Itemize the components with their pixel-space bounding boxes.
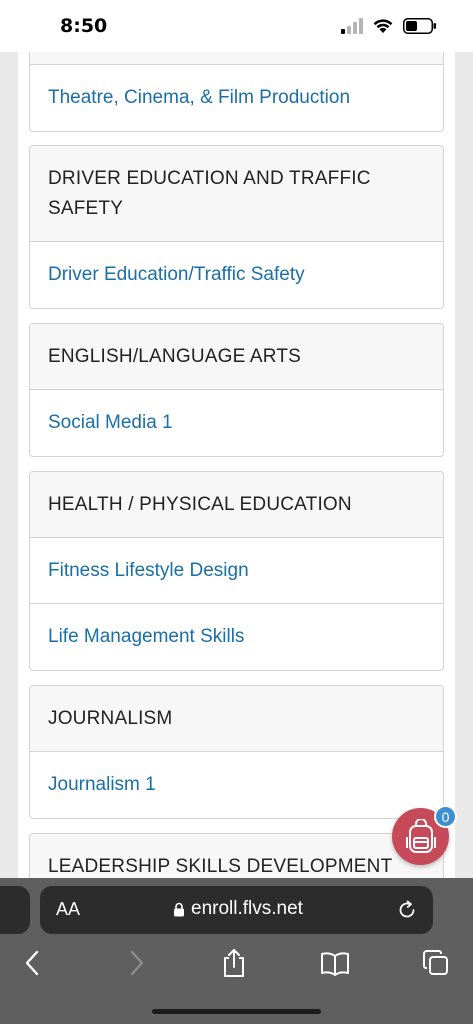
tabs-icon[interactable] bbox=[421, 948, 451, 978]
forward-arrow-icon[interactable] bbox=[121, 948, 151, 978]
cellular-signal-icon bbox=[341, 18, 363, 34]
course-link[interactable]: Theatre, Cinema, & Film Production bbox=[30, 65, 443, 131]
bookmarks-icon[interactable] bbox=[320, 948, 350, 978]
course-link[interactable]: Journalism 1 bbox=[30, 752, 443, 818]
course-link[interactable]: Social Media 1 bbox=[30, 390, 443, 456]
course-panel-journalism: JOURNALISM Journalism 1 bbox=[29, 685, 444, 819]
cart-count-badge: 0 bbox=[434, 805, 457, 828]
page-content[interactable]: Theatre, Cinema, & Film Production DRIVE… bbox=[0, 52, 473, 878]
panel-heading: JOURNALISM bbox=[30, 686, 443, 752]
address-bar[interactable]: AA enroll.flvs.net bbox=[40, 886, 433, 934]
course-panel-arts: Theatre, Cinema, & Film Production bbox=[29, 52, 444, 132]
course-link[interactable]: Driver Education/Traffic Safety bbox=[30, 242, 443, 308]
browser-toolbar: AA enroll.flvs.net bbox=[0, 878, 473, 1024]
panel-heading: LEADERSHIP SKILLS DEVELOPMENT bbox=[30, 834, 443, 878]
battery-icon bbox=[403, 18, 436, 34]
status-bar: 8:50 bbox=[0, 0, 473, 52]
lock-icon bbox=[174, 902, 184, 917]
course-panel-leadership: LEADERSHIP SKILLS DEVELOPMENT bbox=[29, 833, 444, 878]
backpack-icon bbox=[405, 818, 436, 853]
url-text: enroll.flvs.net bbox=[191, 898, 303, 919]
reader-options-button[interactable]: AA bbox=[56, 899, 80, 920]
wifi-icon bbox=[373, 19, 393, 33]
panel-heading: DRIVER EDUCATION AND TRAFFIC SAFETY bbox=[30, 146, 443, 242]
panel-heading: ENGLISH/LANGUAGE ARTS bbox=[30, 324, 443, 390]
course-link[interactable]: Life Management Skills bbox=[30, 604, 443, 670]
course-list-container: Theatre, Cinema, & Film Production DRIVE… bbox=[18, 52, 455, 878]
panel-heading bbox=[30, 52, 443, 65]
back-arrow-icon[interactable] bbox=[18, 948, 48, 978]
share-icon[interactable] bbox=[219, 948, 249, 978]
course-panel-health: HEALTH / PHYSICAL EDUCATION Fitness Life… bbox=[29, 471, 444, 671]
reload-icon[interactable] bbox=[397, 900, 417, 920]
home-indicator bbox=[152, 1009, 321, 1014]
course-panel-driver-education: DRIVER EDUCATION AND TRAFFIC SAFETY Driv… bbox=[29, 145, 444, 309]
previous-tab-preview[interactable] bbox=[0, 886, 30, 934]
status-time: 8:50 bbox=[60, 15, 108, 37]
course-link[interactable]: Fitness Lifestyle Design bbox=[30, 538, 443, 604]
course-panel-english: ENGLISH/LANGUAGE ARTS Social Media 1 bbox=[29, 323, 444, 457]
panel-heading: HEALTH / PHYSICAL EDUCATION bbox=[30, 472, 443, 538]
